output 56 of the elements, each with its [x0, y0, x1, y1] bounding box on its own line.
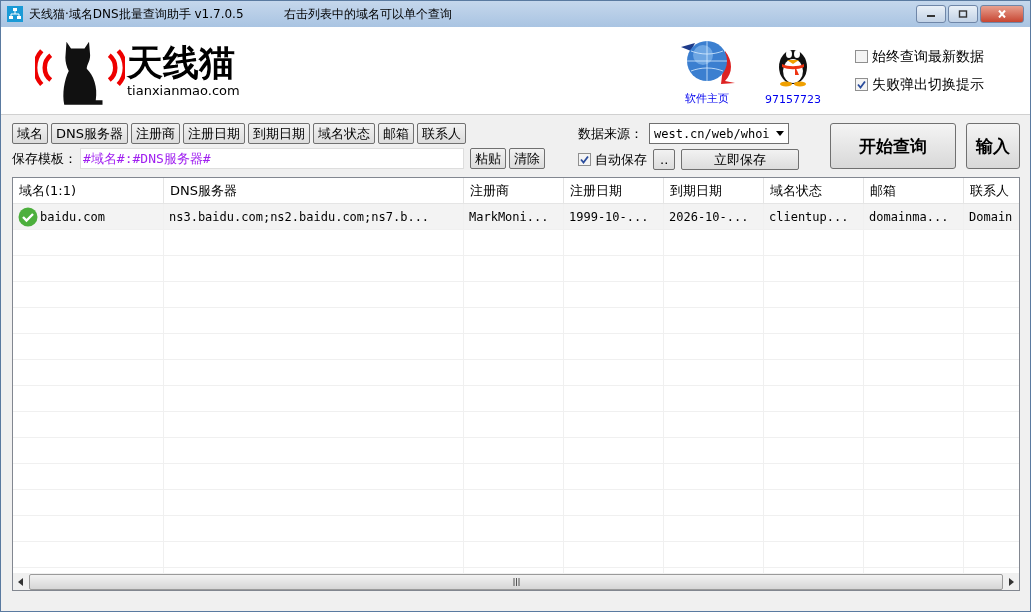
checkbox[interactable] — [855, 78, 868, 91]
template-label: 保存模板： — [12, 149, 77, 168]
table-cell: 1999-10-... — [569, 209, 649, 224]
auto-save-label: 自动保存 — [595, 150, 647, 169]
start-query-button[interactable]: 开始查询 — [830, 123, 956, 169]
logo-domain: tianxianmao.com — [127, 83, 240, 98]
table-cell: Domain — [969, 209, 1013, 224]
field-button[interactable]: 邮箱 — [378, 123, 414, 144]
template-field[interactable]: #域名#:#DNS服务器# — [80, 148, 464, 169]
caret-icon — [775, 131, 784, 136]
column-header[interactable]: 注册商 — [464, 178, 564, 203]
table-cell: domainma... — [869, 209, 949, 224]
logo-name: 天线猫 — [127, 43, 236, 83]
table-cell: clientup... — [769, 209, 849, 224]
close-button[interactable] — [980, 5, 1024, 23]
close-icon — [997, 10, 1007, 18]
column-header[interactable]: 到期日期 — [664, 178, 764, 203]
column-header[interactable]: 邮箱 — [864, 178, 964, 203]
field-button[interactable]: 域名状态 — [313, 123, 375, 144]
field-button[interactable]: 注册商 — [131, 123, 180, 144]
template-button[interactable]: 粘贴 — [470, 148, 506, 169]
save-now-button[interactable]: 立即保存 — [681, 149, 800, 170]
column-header[interactable]: DNS服务器 — [164, 178, 464, 203]
column-header[interactable]: 注册日期 — [564, 178, 664, 203]
checkbox[interactable] — [855, 50, 868, 63]
template-button[interactable]: 清除 — [509, 148, 545, 169]
option-label: 失败弹出切换提示 — [872, 75, 984, 94]
table-cell: MarkMoni... — [469, 209, 549, 224]
browse-button[interactable]: .. — [653, 149, 676, 170]
field-button[interactable]: 域名 — [12, 123, 48, 144]
link[interactable]: 软件主页 — [685, 91, 729, 106]
link[interactable]: 97157723 — [765, 93, 821, 106]
table-cell: baidu.com — [40, 209, 106, 224]
data-source-dropdown[interactable]: west.cn/web/whoi — [649, 123, 789, 144]
grip-icon — [512, 577, 520, 586]
scroll-left-icon — [18, 577, 23, 586]
option-label: 始终查询最新数据 — [872, 47, 984, 66]
table-cell: 2026-10-... — [669, 209, 749, 224]
title-hint: 右击列表中的域名可以单个查询 — [283, 5, 453, 23]
field-button[interactable]: 到期日期 — [248, 123, 310, 144]
field-button[interactable]: 注册日期 — [183, 123, 245, 144]
maximize-icon — [958, 10, 968, 18]
data-source-label: 数据来源： — [578, 124, 643, 143]
minimize-button[interactable] — [916, 5, 946, 23]
table-cell: ns3.baidu.com;ns2.baidu.com;ns7.b... — [169, 209, 430, 224]
network-icon — [7, 6, 23, 22]
window-title: 天线猫·域名DNS批量查询助手 v1.7.0.5 — [29, 5, 244, 23]
field-button[interactable]: 联系人 — [417, 123, 466, 144]
column-header[interactable]: 联系人 — [964, 178, 1019, 203]
column-header[interactable]: 域名状态 — [764, 178, 864, 203]
maximize-button[interactable] — [948, 5, 978, 23]
checkbox[interactable] — [578, 153, 591, 166]
column-header[interactable]: 域名(1:1) — [13, 178, 164, 203]
field-button[interactable]: DNS服务器 — [51, 123, 128, 144]
input-button[interactable]: 输入 — [966, 123, 1020, 169]
scroll-right-icon — [1009, 577, 1014, 586]
